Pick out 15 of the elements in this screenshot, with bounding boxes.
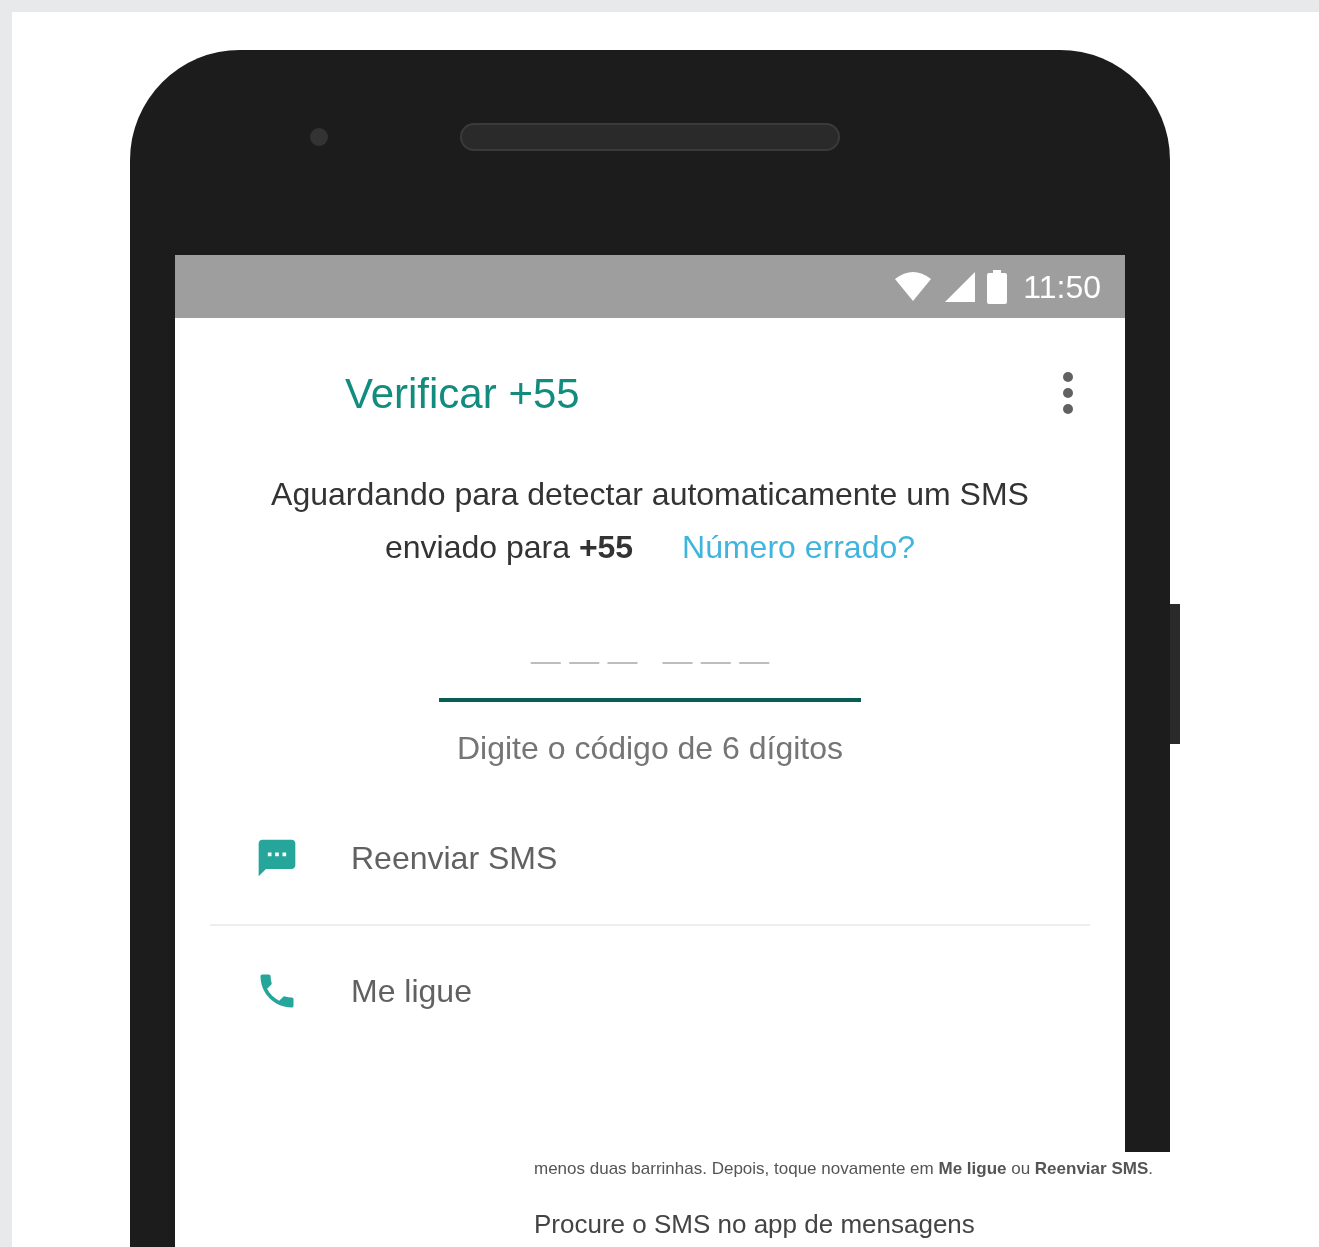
status-time: 11:50 <box>1023 267 1101 307</box>
article-text: menos duas barrinhas. Depois, toque novamente em Me ligue ou Reenviar SMS. <box>534 1158 1154 1180</box>
option-label: Me ligue <box>351 972 472 1011</box>
more-menu-icon[interactable] <box>1061 371 1075 415</box>
code-input-field[interactable]: — — — — — — <box>439 624 861 702</box>
code-hint: Digite o código de 6 dígitos <box>457 729 843 768</box>
article-heading: Procure o SMS no app de mensagens <box>534 1207 976 1240</box>
wifi-icon <box>893 270 934 303</box>
app-bar-title: Verificar +55 <box>345 368 580 419</box>
option-row[interactable]: Me ligue <box>210 924 1090 1056</box>
battery-icon <box>987 269 1008 304</box>
option-row[interactable]: Reenviar SMS <box>210 792 1090 924</box>
waiting-message: Aguardando para detectar automaticamente um SMS enviado para +55 Número errado? <box>270 475 1030 567</box>
signal-icon <box>945 271 976 302</box>
option-label: Reenviar SMS <box>351 839 558 878</box>
